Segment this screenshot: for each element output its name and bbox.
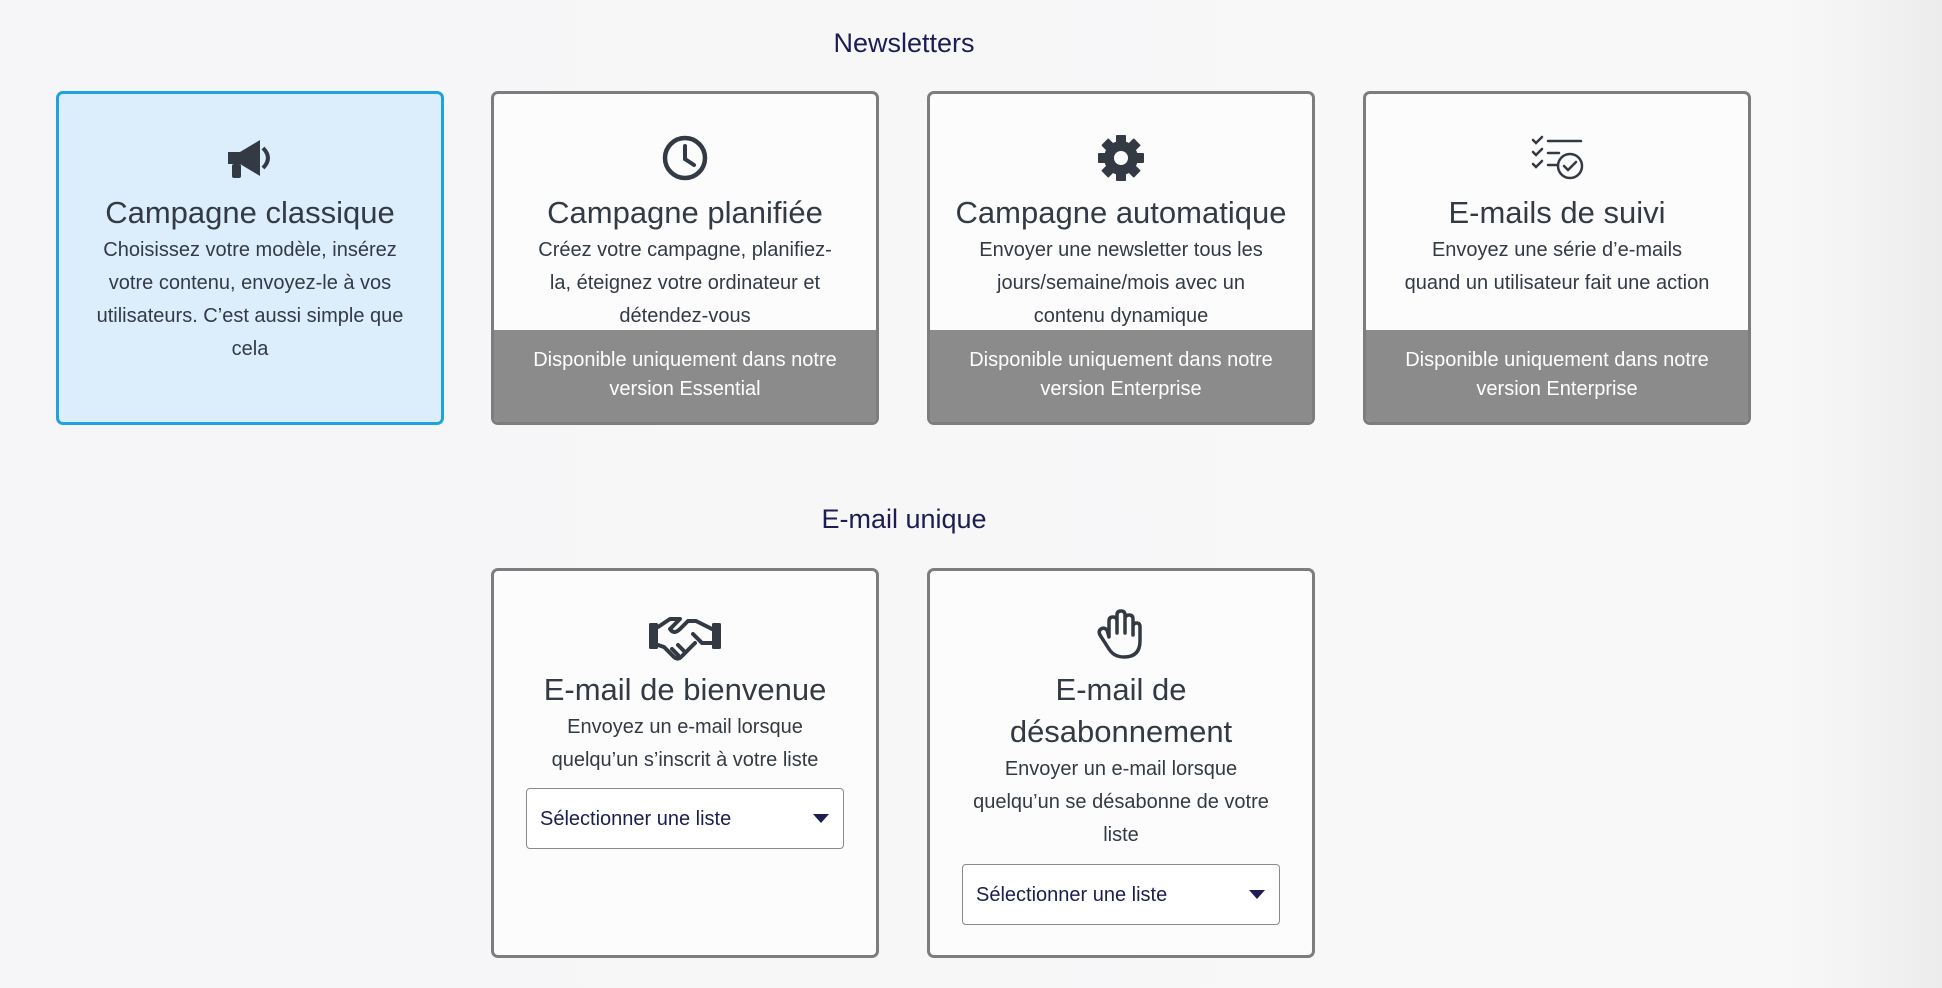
clock-icon <box>657 130 713 186</box>
availability-notice: Disponible uniquement dans notre version… <box>1366 330 1748 422</box>
card-description: Envoyez un e-mail lorsque quelqu’un s’in… <box>551 716 819 771</box>
card-campagne-planifiee[interactable]: Campagne planifiée Créez votre campagne,… <box>491 91 879 425</box>
list-select-unsubscribe[interactable]: Sélectionner une liste <box>962 864 1280 925</box>
card-title: E-mail de bienvenue <box>543 672 827 707</box>
card-title: E-mail de désabonnement <box>1009 672 1233 749</box>
card-title: Campagne planifiée <box>547 195 823 230</box>
handshake-icon <box>649 607 721 663</box>
gear-icon <box>1093 130 1149 186</box>
hand-icon <box>1093 607 1149 663</box>
select-value: Sélectionner une liste <box>540 808 732 830</box>
availability-notice: Disponible uniquement dans notre version… <box>930 330 1312 422</box>
page: Newsletters Campagne classique Choisisse… <box>0 0 1942 988</box>
section-title-email-unique: E-mail unique <box>821 504 987 534</box>
card-description: Créez votre campagne, planifiez-la, étei… <box>538 239 832 327</box>
card-description: Envoyer une newsletter tous les jours/se… <box>979 239 1263 327</box>
availability-notice: Disponible uniquement dans notre version… <box>494 330 876 422</box>
card-description: Envoyer un e-mail lorsque quelqu’un se d… <box>973 758 1269 846</box>
card-campagne-automatique[interactable]: Campagne automatique Envoyer une newslet… <box>927 91 1315 425</box>
card-email-de-desabonnement[interactable]: E-mail de désabonnement Envoyer un e-mai… <box>927 568 1315 958</box>
card-email-de-bienvenue[interactable]: E-mail de bienvenue Envoyez un e-mail lo… <box>491 568 879 958</box>
card-description: Choisissez votre modèle, insérez votre c… <box>96 239 404 360</box>
section-title-newsletters: Newsletters <box>833 28 975 58</box>
card-campagne-classique[interactable]: Campagne classique Choisissez votre modè… <box>56 91 444 425</box>
caret-down-icon <box>813 814 829 823</box>
card-title: Campagne classique <box>105 195 395 230</box>
card-title: Campagne automatique <box>955 195 1287 230</box>
card-title: E-mails de suivi <box>1448 195 1666 230</box>
caret-down-icon <box>1249 890 1265 899</box>
card-emails-de-suivi[interactable]: E-mails de suivi Envoyez une série d’e-m… <box>1363 91 1751 425</box>
list-select-welcome[interactable]: Sélectionner une liste <box>526 788 844 849</box>
card-description: Envoyez une série d’e-mails quand un uti… <box>1404 239 1710 294</box>
megaphone-icon <box>222 130 278 186</box>
checklist-clock-icon <box>1529 130 1585 186</box>
select-value: Sélectionner une liste <box>976 884 1168 906</box>
